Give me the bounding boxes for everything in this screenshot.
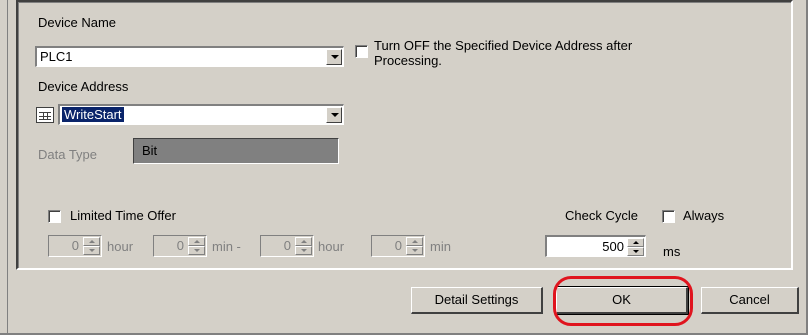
always-checkbox[interactable] (662, 210, 675, 223)
spin-up-icon (188, 237, 205, 246)
turn-off-label-line2: Processing. (374, 53, 442, 68)
time-unit-2: min - (212, 239, 241, 254)
device-address-dropdown[interactable]: WriteStart (58, 104, 344, 125)
time-spinner-4: 0 (371, 235, 425, 257)
check-cycle-spinner[interactable]: 500 (545, 235, 646, 257)
data-type-value: Bit (142, 143, 158, 158)
always-label: Always (683, 208, 725, 223)
time-spinner-4-value: 0 (394, 238, 402, 253)
detail-settings-button[interactable]: Detail Settings (411, 287, 543, 314)
spin-down-icon (406, 246, 423, 255)
chevron-down-icon[interactable] (326, 49, 342, 65)
device-name-dropdown[interactable]: PLC1 (35, 46, 344, 67)
spin-up-icon (83, 237, 100, 246)
left-window-edge (0, 0, 8, 335)
chevron-down-icon[interactable] (326, 107, 342, 123)
device-address-label: Device Address (38, 79, 129, 94)
turn-off-checkbox[interactable] (355, 45, 368, 58)
limited-time-label: Limited Time Offer (70, 208, 176, 223)
time-unit-1: hour (107, 239, 134, 254)
check-cycle-label: Check Cycle (565, 208, 638, 223)
address-grid-icon[interactable] (36, 107, 54, 123)
cancel-button[interactable]: Cancel (701, 287, 799, 314)
device-name-value: PLC1 (40, 49, 73, 64)
time-spinner-2: 0 (153, 235, 207, 257)
device-address-value[interactable]: WriteStart (62, 107, 124, 122)
spin-down-icon (83, 246, 100, 255)
time-spinner-1: 0 (48, 235, 102, 257)
spin-down-icon (295, 246, 312, 255)
device-name-label: Device Name (38, 15, 117, 30)
spin-down-icon[interactable] (627, 247, 644, 256)
time-unit-4: min (430, 239, 451, 254)
time-spinner-3-value: 0 (283, 238, 291, 253)
spin-up-icon[interactable] (627, 238, 644, 247)
data-type-field: Bit (133, 138, 339, 164)
time-spinner-1-value: 0 (71, 238, 79, 253)
time-spinner-3: 0 (260, 235, 314, 257)
check-cycle-unit: ms (663, 244, 681, 259)
spin-down-icon (188, 246, 205, 255)
check-cycle-value[interactable]: 500 (602, 239, 624, 254)
spin-up-icon (295, 237, 312, 246)
data-type-label: Data Type (38, 147, 98, 162)
time-spinner-2-value: 0 (176, 238, 184, 253)
spin-up-icon (406, 237, 423, 246)
limited-time-checkbox[interactable] (48, 210, 61, 223)
turn-off-label: Turn OFF the Specified Device Address af… (374, 38, 632, 68)
time-unit-3: hour (318, 239, 345, 254)
turn-off-label-line1: Turn OFF the Specified Device Address af… (374, 38, 633, 53)
ok-highlight-ring (553, 276, 693, 326)
